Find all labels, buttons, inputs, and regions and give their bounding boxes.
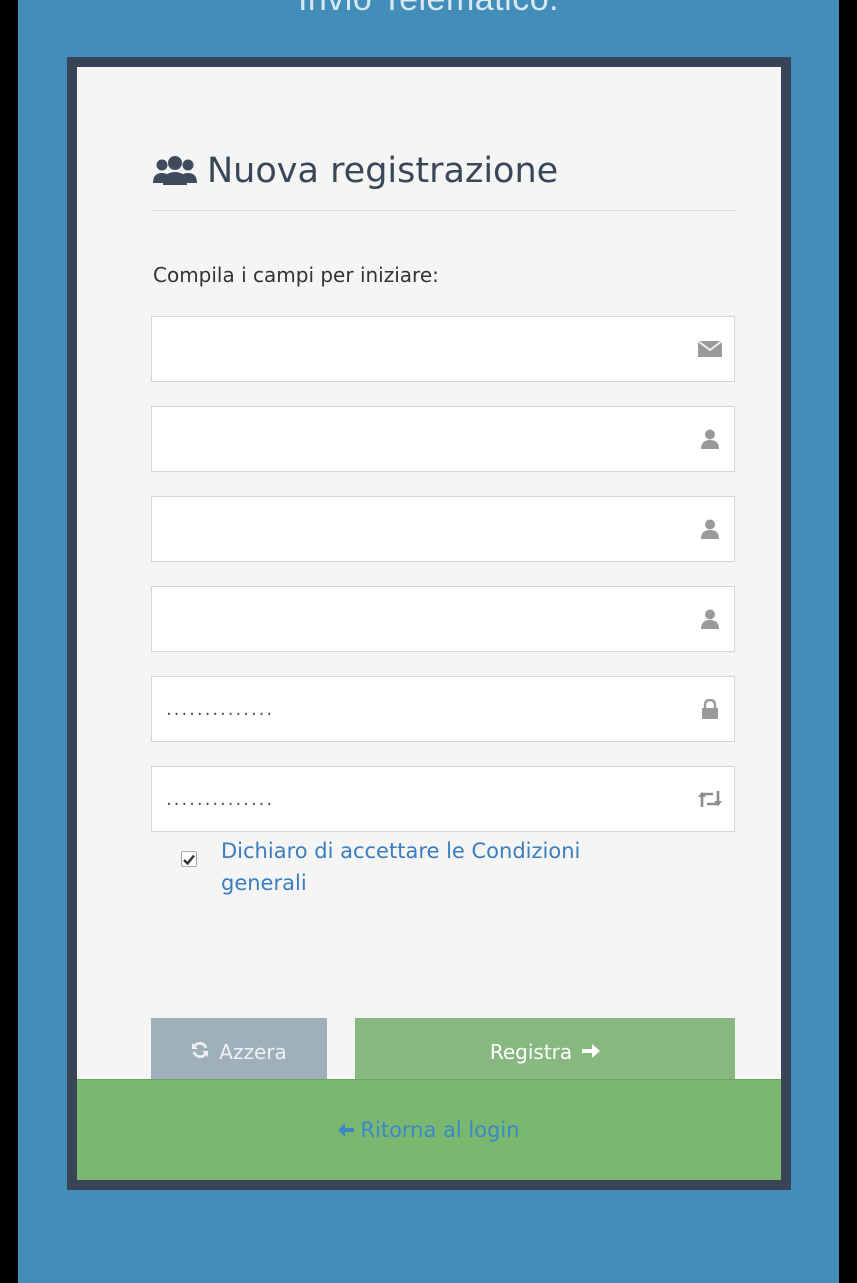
user-icon bbox=[698, 607, 722, 631]
email-input[interactable] bbox=[152, 317, 734, 381]
footer-bar: Ritorna al login bbox=[77, 1079, 781, 1180]
form-title-row: Nuova registrazione bbox=[153, 151, 558, 191]
terms-row: Dichiaro di accettare le Condizioni gene… bbox=[181, 835, 641, 899]
first-name-input[interactable] bbox=[152, 407, 734, 471]
email-field bbox=[151, 316, 735, 382]
form-title: Nuova registrazione bbox=[207, 151, 559, 191]
form-instructions: Compila i campi per iniziare: bbox=[153, 263, 439, 287]
last-name-input[interactable] bbox=[152, 497, 734, 561]
arrow-left-icon bbox=[338, 1118, 355, 1142]
registration-card: Nuova registrazione Compila i campi per … bbox=[67, 57, 791, 1190]
register-button[interactable]: Registra bbox=[355, 1018, 735, 1085]
back-to-login-label: Ritorna al login bbox=[360, 1118, 520, 1142]
confirm-password-input[interactable] bbox=[152, 767, 734, 831]
reset-button[interactable]: Azzera bbox=[151, 1018, 327, 1085]
envelope-icon bbox=[698, 337, 722, 361]
page-header-text: Invio Telematico. bbox=[0, 0, 857, 19]
reset-button-label: Azzera bbox=[219, 1039, 287, 1064]
arrow-right-icon bbox=[582, 1040, 601, 1064]
retweet-icon bbox=[698, 787, 722, 811]
confirm-password-field bbox=[151, 766, 735, 832]
lock-icon bbox=[698, 697, 722, 721]
terms-link[interactable]: Dichiaro di accettare le Condizioni gene… bbox=[221, 835, 641, 899]
last-name-field bbox=[151, 496, 735, 562]
username-field bbox=[151, 586, 735, 652]
checkmark-icon bbox=[183, 854, 195, 865]
password-field bbox=[151, 676, 735, 742]
registration-panel: Nuova registrazione Compila i campi per … bbox=[77, 67, 781, 1180]
user-icon bbox=[698, 427, 722, 451]
terms-checkbox[interactable] bbox=[181, 851, 197, 867]
username-input[interactable] bbox=[152, 587, 734, 651]
title-divider bbox=[151, 210, 735, 211]
user-icon bbox=[698, 517, 722, 541]
users-icon bbox=[153, 154, 197, 188]
back-to-login-link[interactable]: Ritorna al login bbox=[338, 1118, 520, 1142]
viewport: Invio Telematico. Nuova registrazione bbox=[0, 0, 857, 1283]
password-input[interactable] bbox=[152, 677, 734, 741]
first-name-field bbox=[151, 406, 735, 472]
refresh-icon bbox=[191, 1040, 209, 1064]
register-button-label: Registra bbox=[489, 1039, 573, 1064]
